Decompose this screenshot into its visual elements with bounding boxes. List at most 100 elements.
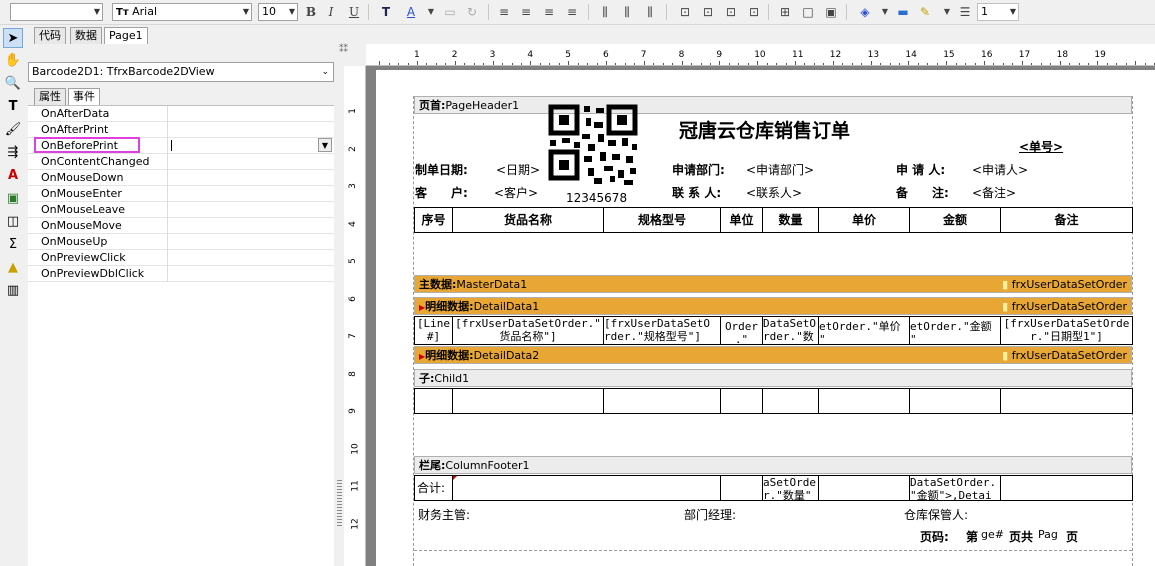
page-part[interactable]: ge# bbox=[981, 528, 1004, 541]
col-header-seq[interactable]: 序号 bbox=[414, 207, 453, 233]
font-color-icon[interactable]: A bbox=[402, 3, 420, 21]
applicant-field[interactable]: <申请人> bbox=[972, 161, 1028, 178]
tab-data[interactable]: 数据 bbox=[70, 27, 102, 44]
fill-editor-icon[interactable]: ▬ bbox=[894, 3, 912, 21]
frame-bottom-icon[interactable]: ⊡ bbox=[699, 3, 717, 21]
align-center-icon[interactable]: ≡ bbox=[517, 3, 535, 21]
component-selector[interactable]: Barcode2D1: TfrxBarcode2DView ⌄ bbox=[28, 62, 334, 82]
tab-events[interactable]: 事件 bbox=[68, 88, 100, 105]
total-label[interactable]: 合计: bbox=[414, 475, 453, 501]
frame-style-icon[interactable]: ☰ bbox=[956, 3, 974, 21]
tab-code[interactable]: 代码 bbox=[34, 27, 66, 44]
col-header-name[interactable]: 货品名称 bbox=[452, 207, 604, 233]
total-qty[interactable]: aSetOrde r."数量" bbox=[762, 475, 819, 501]
event-row[interactable]: OnMouseMove bbox=[28, 218, 334, 234]
event-handler-editor[interactable]: ▼ bbox=[168, 138, 334, 153]
detail-cell-price[interactable]: etOrder."单价 " bbox=[818, 316, 910, 345]
child-cell[interactable] bbox=[909, 388, 1001, 414]
align-top-icon[interactable]: ⫼ bbox=[596, 3, 614, 21]
child-cell[interactable] bbox=[414, 388, 453, 414]
manager-label[interactable]: 部门经理: bbox=[684, 506, 736, 523]
page-label[interactable]: 页码: bbox=[920, 528, 949, 545]
report-title[interactable]: 冠唐云仓库销售订单 bbox=[679, 116, 850, 143]
detail-data-band-2[interactable]: ▶明细数据:DetailData2 ▮ frxUserDataSetOrder bbox=[414, 346, 1132, 364]
frame-none-icon[interactable]: □ bbox=[799, 3, 817, 21]
event-row[interactable]: OnMouseUp bbox=[28, 234, 334, 250]
frame-left-icon[interactable]: ⊡ bbox=[722, 3, 740, 21]
master-data-band[interactable]: 主数据:MasterData1 ▮ frxUserDataSetOrder bbox=[414, 275, 1132, 293]
shapes-icon[interactable]: ▲ bbox=[3, 258, 23, 278]
page-part[interactable]: 页 bbox=[1066, 528, 1078, 545]
chevron-down-icon[interactable]: ▼ bbox=[318, 138, 332, 152]
line-width-combo[interactable]: 1 ▼ bbox=[977, 3, 1019, 21]
detail-cell-amount[interactable]: etOrder."金额 " bbox=[909, 316, 1001, 345]
remark-label[interactable]: 备 注: bbox=[896, 184, 949, 201]
style-combo[interactable]: ▼ bbox=[10, 3, 103, 21]
frame-all-icon[interactable]: ⊞ bbox=[776, 3, 794, 21]
detail-cell-qty[interactable]: DataSetO rder."数 bbox=[762, 316, 819, 345]
band-tool-icon[interactable]: ⇶ bbox=[3, 143, 23, 163]
tab-properties[interactable]: 属性 bbox=[34, 88, 66, 105]
contact-field[interactable]: <联系人> bbox=[746, 184, 802, 201]
rotate-icon[interactable]: ↻ bbox=[463, 3, 481, 21]
underline-button[interactable]: U bbox=[345, 3, 363, 21]
col-header-amount[interactable]: 金额 bbox=[909, 207, 1001, 233]
frame-top-icon[interactable]: ⊡ bbox=[676, 3, 694, 21]
page-part[interactable]: 页共 bbox=[1009, 528, 1033, 545]
event-row[interactable]: OnContentChanged bbox=[28, 154, 334, 170]
hand-tool-icon[interactable]: ✋ bbox=[3, 51, 23, 71]
font-name-combo[interactable]: Tт Arial ▼ bbox=[112, 3, 252, 21]
event-row[interactable]: OnPreviewClick bbox=[28, 250, 334, 266]
child-cell[interactable] bbox=[720, 388, 763, 414]
customer-field[interactable]: <客户> bbox=[494, 184, 538, 201]
chevron-down-icon[interactable]: ▼ bbox=[422, 3, 440, 21]
event-row[interactable]: OnBeforePrint ▼ bbox=[28, 137, 334, 154]
event-row[interactable]: OnAfterData bbox=[28, 106, 334, 122]
page-part[interactable]: 第 bbox=[966, 528, 978, 545]
column-footer-band[interactable]: 栏尾:ColumnFooter1 bbox=[414, 456, 1132, 474]
page-part[interactable]: Pag bbox=[1038, 528, 1058, 541]
customer-label[interactable]: 客 户: bbox=[415, 184, 468, 201]
total-cell[interactable] bbox=[452, 475, 721, 501]
sum-icon[interactable]: Σ bbox=[3, 235, 23, 255]
date-label[interactable]: 制单日期: bbox=[415, 161, 468, 178]
applicant-label[interactable]: 申 请 人: bbox=[896, 161, 945, 178]
child-cell[interactable] bbox=[452, 388, 604, 414]
grip-handle[interactable] bbox=[337, 480, 342, 528]
total-amount[interactable]: DataSetOrder. "金额">,Detai bbox=[909, 475, 1001, 501]
col-header-spec[interactable]: 规格型号 bbox=[603, 207, 721, 233]
event-row[interactable]: OnPreviewDblClick bbox=[28, 266, 334, 282]
font-size-combo[interactable]: 10 ▼ bbox=[258, 3, 298, 21]
report-page[interactable]: 页首:PageHeader1 12345678 冠唐云仓库销售订单 <单号> 制… bbox=[376, 70, 1155, 566]
highlight-icon[interactable]: ▭ bbox=[441, 3, 459, 21]
order-number[interactable]: <单号> bbox=[1019, 138, 1063, 155]
contact-label[interactable]: 联 系 人: bbox=[672, 184, 721, 201]
format-painter-icon[interactable]: 🖌 bbox=[3, 120, 23, 140]
col-header-price[interactable]: 单价 bbox=[818, 207, 910, 233]
event-row[interactable]: OnMouseLeave bbox=[28, 202, 334, 218]
page-header-band[interactable]: 页首:PageHeader1 bbox=[414, 96, 1132, 114]
child-cell[interactable] bbox=[1000, 388, 1133, 414]
design-canvas[interactable]: 页首:PageHeader1 12345678 冠唐云仓库销售订单 <单号> 制… bbox=[366, 66, 1155, 566]
align-middle-icon[interactable]: ⫼ bbox=[618, 3, 636, 21]
align-bottom-icon[interactable]: ⫼ bbox=[641, 3, 659, 21]
child-cell[interactable] bbox=[818, 388, 910, 414]
col-header-unit[interactable]: 单位 bbox=[720, 207, 763, 233]
detail-cell-name[interactable]: [frxUserDataSetOrder." 货品名称"] bbox=[452, 316, 604, 345]
fill-color-icon[interactable]: ◈ bbox=[856, 3, 874, 21]
align-justify-icon[interactable]: ≡ bbox=[563, 3, 581, 21]
chevron-down-icon[interactable]: ▼ bbox=[938, 3, 956, 21]
event-row[interactable]: OnMouseEnter bbox=[28, 186, 334, 202]
zoom-tool-icon[interactable]: 🔍 bbox=[3, 74, 23, 94]
text-object-icon[interactable]: A bbox=[3, 166, 23, 186]
qr-code[interactable] bbox=[548, 104, 638, 188]
date-field[interactable]: <日期> bbox=[496, 161, 540, 178]
total-cell[interactable] bbox=[818, 475, 910, 501]
finance-label[interactable]: 财务主管: bbox=[418, 506, 470, 523]
dept-label[interactable]: 申请部门: bbox=[672, 161, 725, 178]
event-row[interactable]: OnMouseDown bbox=[28, 170, 334, 186]
col-header-qty[interactable]: 数量 bbox=[762, 207, 819, 233]
detail-cell-unit[interactable]: Order ." bbox=[720, 316, 763, 345]
child-cell[interactable] bbox=[762, 388, 819, 414]
bold-button[interactable]: B bbox=[302, 3, 320, 21]
